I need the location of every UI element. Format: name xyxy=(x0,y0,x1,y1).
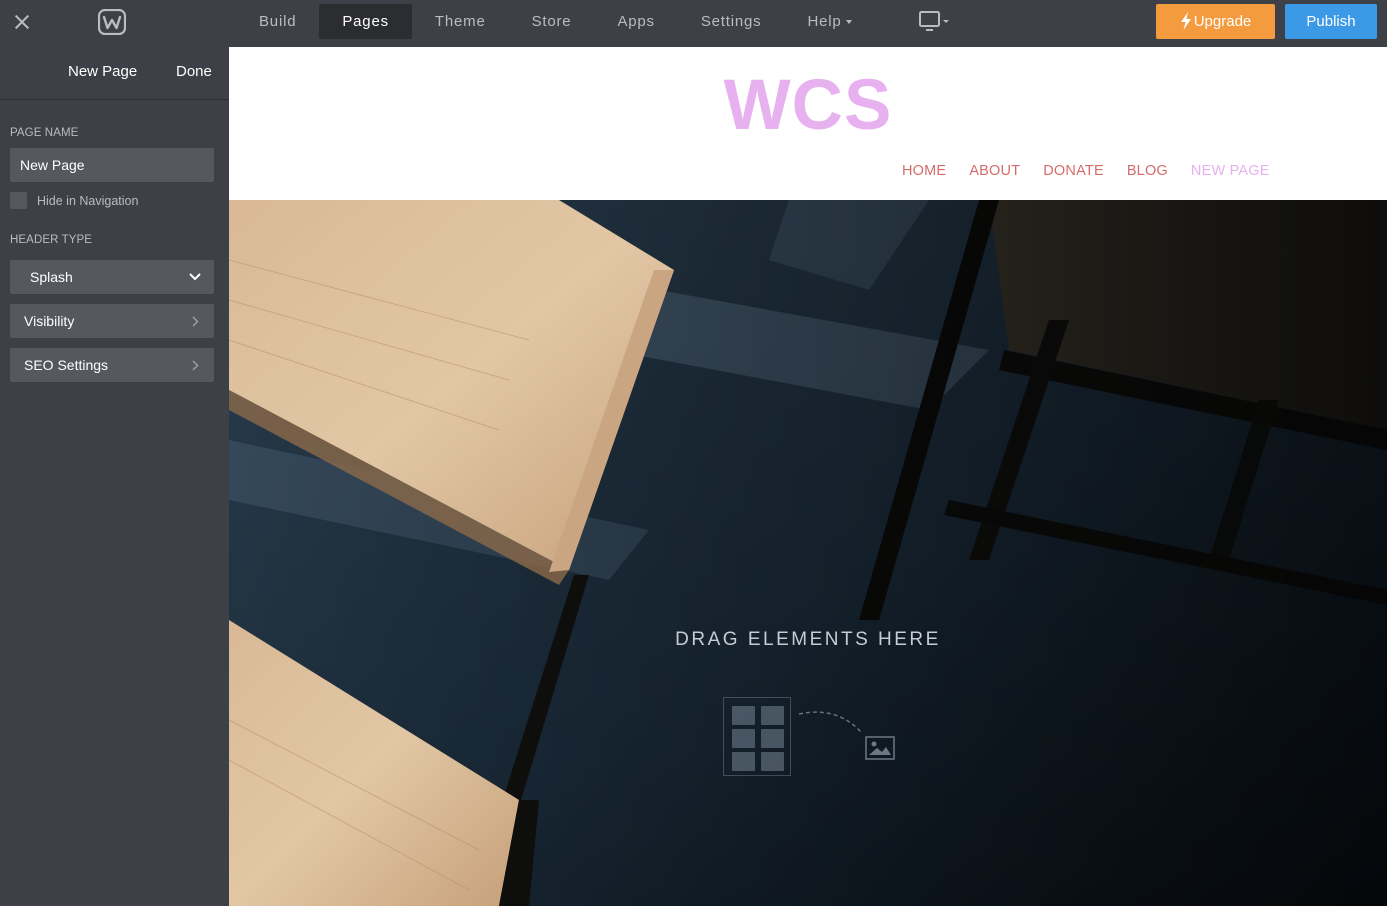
page-canvas: WCS HOME ABOUT DONATE BLOG NEW PAGE DRAG… xyxy=(229,47,1387,906)
desktop-monitor-icon[interactable] xyxy=(918,10,952,34)
sidebar-header: New Page Done xyxy=(0,47,229,100)
site-nav-new-page[interactable]: NEW PAGE xyxy=(1191,163,1270,179)
seo-settings-label: SEO Settings xyxy=(24,357,109,373)
tab-settings[interactable]: Settings xyxy=(678,4,785,39)
drag-path-arc xyxy=(798,711,862,733)
image-placeholder-icon xyxy=(865,736,895,760)
seo-settings-row[interactable]: SEO Settings xyxy=(10,348,214,382)
elements-grid-icon xyxy=(723,697,791,776)
tab-build[interactable]: Build xyxy=(236,4,319,39)
tab-pages[interactable]: Pages xyxy=(319,4,412,39)
site-nav-home[interactable]: HOME xyxy=(902,163,946,179)
site-nav-about[interactable]: ABOUT xyxy=(969,163,1020,179)
site-logo[interactable]: WCS xyxy=(229,65,1387,146)
chevron-right-icon xyxy=(192,360,199,371)
close-icon[interactable] xyxy=(11,11,33,33)
upgrade-button[interactable]: Upgrade xyxy=(1156,4,1275,39)
header-type-label: HEADER TYPE xyxy=(10,234,93,246)
site-nav-donate[interactable]: DONATE xyxy=(1043,163,1104,179)
site-header: WCS HOME ABOUT DONATE BLOG NEW PAGE xyxy=(229,47,1387,200)
top-toolbar: Build Pages Theme Store Apps Settings He… xyxy=(0,0,1387,47)
site-navigation: HOME ABOUT DONATE BLOG NEW PAGE xyxy=(902,163,1293,179)
hide-in-navigation-label: Hide in Navigation xyxy=(37,193,139,208)
page-name-input[interactable] xyxy=(10,148,214,182)
hide-in-navigation-checkbox[interactable] xyxy=(10,192,27,209)
tab-theme[interactable]: Theme xyxy=(412,4,509,39)
help-label: Help xyxy=(807,13,842,30)
tab-store[interactable]: Store xyxy=(509,4,595,39)
weebly-logo-icon[interactable] xyxy=(98,9,126,35)
header-type-select[interactable]: Splash xyxy=(10,260,214,294)
tab-help[interactable]: Help xyxy=(784,4,874,39)
lightning-bolt-icon xyxy=(1180,11,1191,30)
hide-in-navigation-toggle[interactable]: Hide in Navigation xyxy=(10,192,138,209)
splash-hero-section[interactable]: DRAG ELEMENTS HERE xyxy=(229,200,1387,906)
chevron-down-icon xyxy=(189,273,201,281)
tab-apps[interactable]: Apps xyxy=(594,4,677,39)
sidebar-title: New Page xyxy=(68,63,138,80)
hero-background-image xyxy=(229,200,1387,906)
page-settings-sidebar: New Page Done PAGE NAME Hide in Navigati… xyxy=(0,47,229,906)
upgrade-label: Upgrade xyxy=(1193,13,1252,30)
visibility-row[interactable]: Visibility xyxy=(10,304,214,338)
site-nav-blog[interactable]: BLOG xyxy=(1127,163,1168,179)
drag-elements-hint: DRAG ELEMENTS HERE xyxy=(675,629,941,650)
visibility-label: Visibility xyxy=(24,313,75,329)
page-name-label: PAGE NAME xyxy=(10,127,79,139)
publish-button[interactable]: Publish xyxy=(1285,4,1377,39)
chevron-right-icon xyxy=(192,316,199,327)
done-button[interactable]: Done xyxy=(176,63,212,80)
caret-down-icon xyxy=(845,20,852,25)
main-nav: Build Pages Theme Store Apps Settings He… xyxy=(236,0,875,47)
header-type-value: Splash xyxy=(30,269,73,285)
